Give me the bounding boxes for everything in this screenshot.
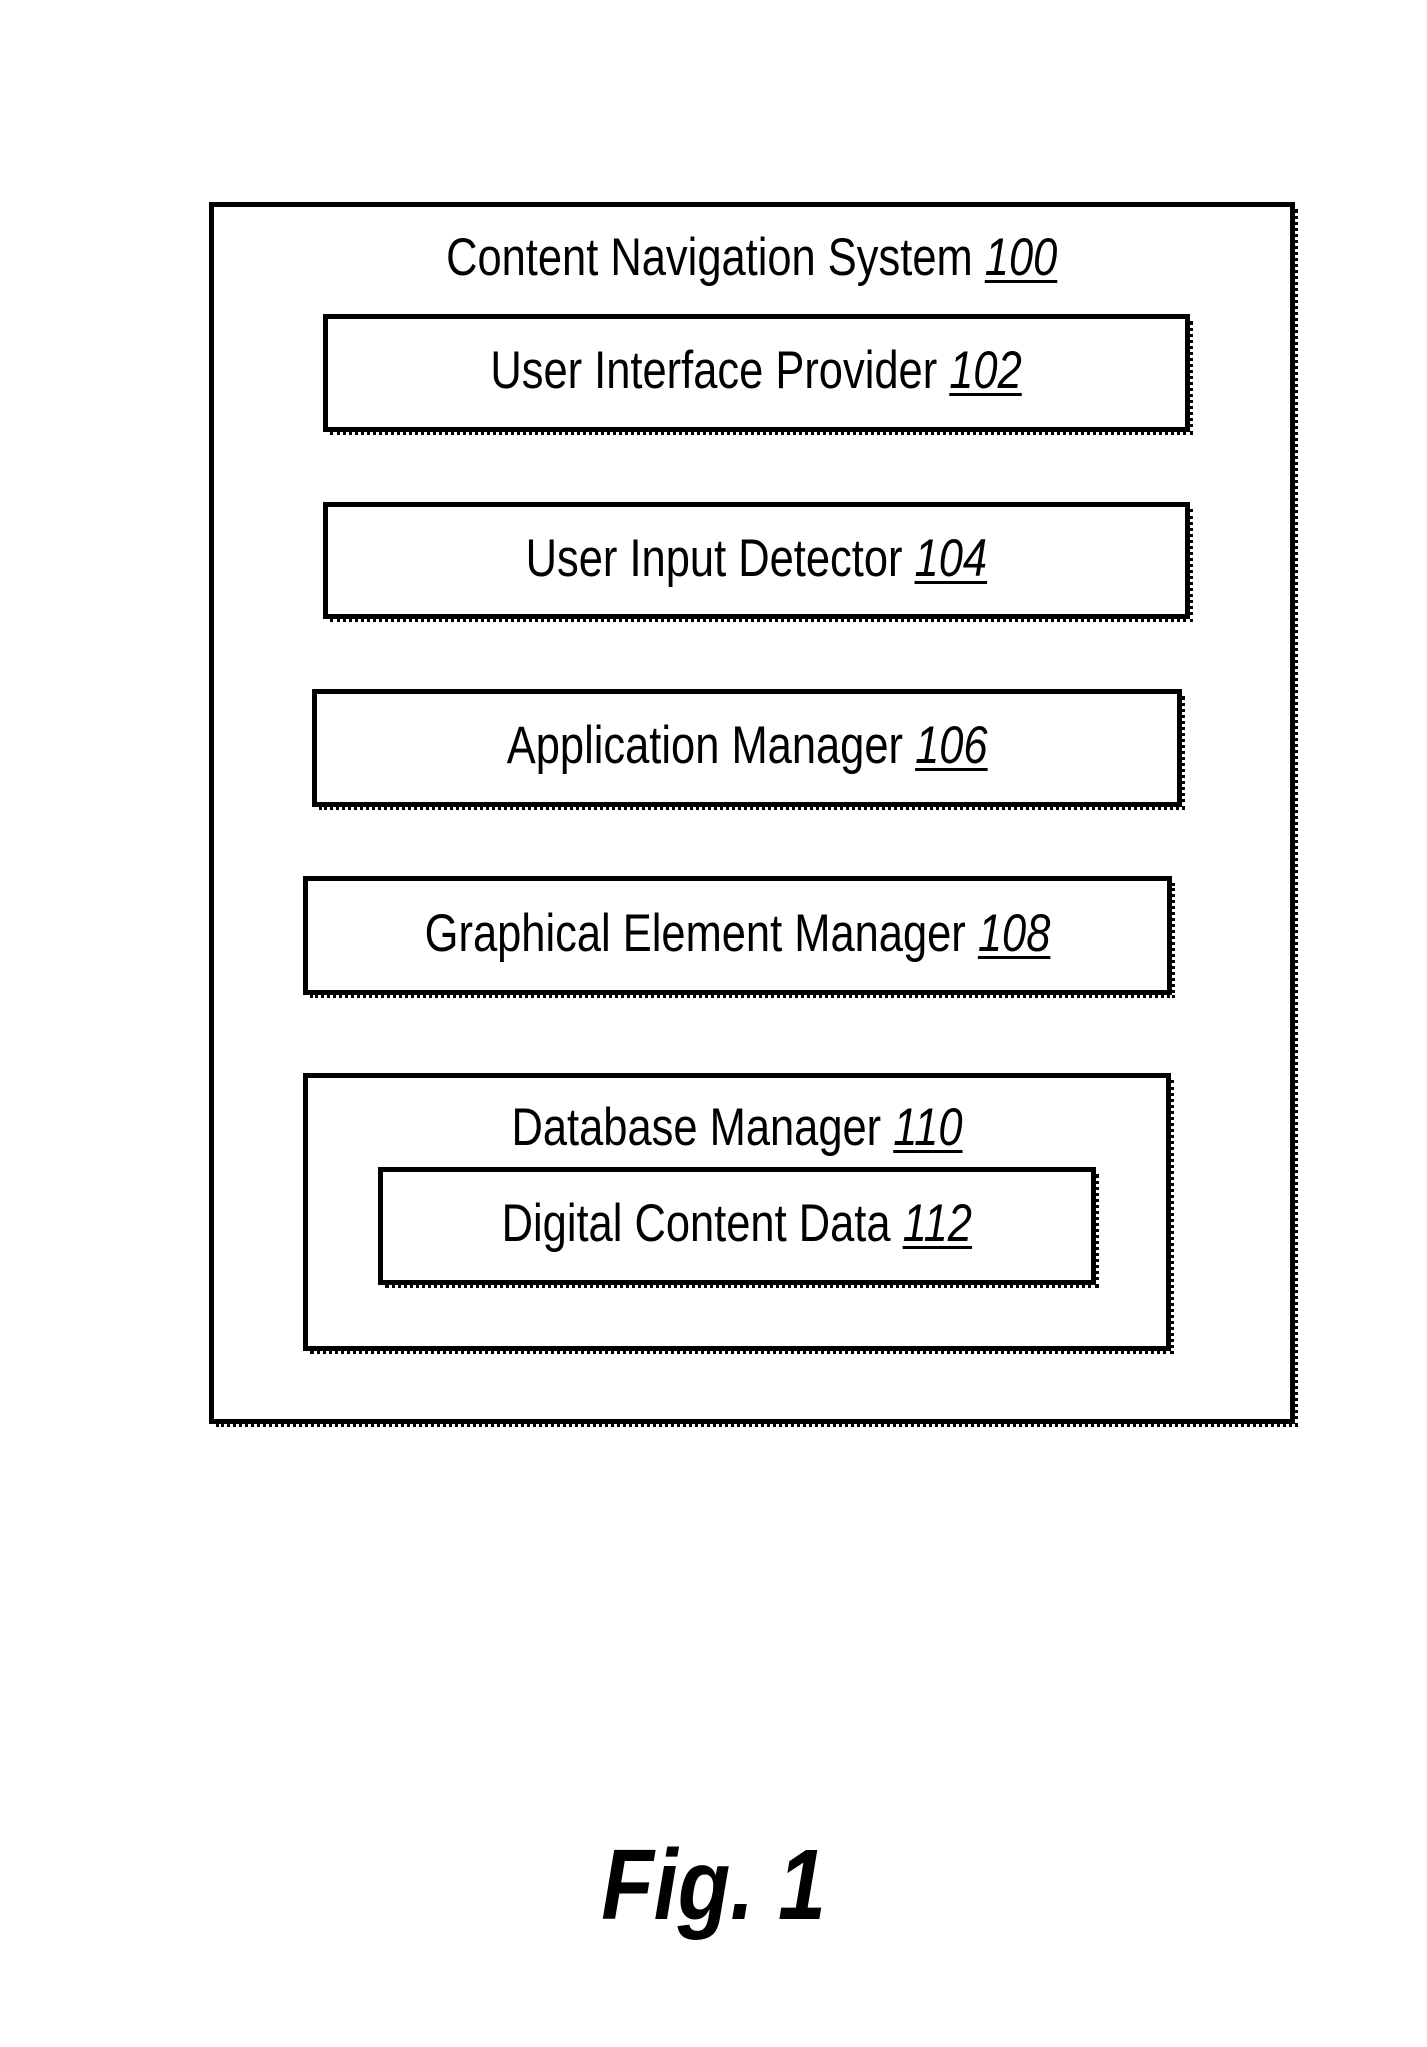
component-name: User Interface Provider <box>490 341 938 400</box>
component-ref-number: 108 <box>977 903 1051 963</box>
component-name: User Input Detector <box>525 528 903 588</box>
system-name: Content Navigation System <box>446 228 974 287</box>
digital-content-data-box: Digital Content Data 112 <box>378 1167 1099 1288</box>
component-name: Database Manager <box>511 1098 882 1157</box>
system-ref-number: 100 <box>985 228 1058 287</box>
component-name: Application Manager <box>506 716 903 775</box>
content-navigation-system-label: Content Navigation System 100 <box>214 231 1290 284</box>
figure-label: Fig. 1 <box>0 1830 1427 1940</box>
component-ref-number: 104 <box>914 528 988 588</box>
user-input-detector-box: User Input Detector 104 <box>323 502 1193 622</box>
application-manager-box: Application Manager 106 <box>312 689 1185 810</box>
component-ref-number: 112 <box>902 1194 973 1253</box>
component-ref-number: 106 <box>914 716 988 775</box>
figure-label-text: Fig. 1 <box>601 1829 826 1941</box>
digital-content-data-label: Digital Content Data 112 <box>383 1197 1091 1250</box>
component-ref-number: 102 <box>949 341 1023 400</box>
component-ref-number: 110 <box>893 1098 963 1157</box>
application-manager-label: Application Manager 106 <box>317 719 1177 772</box>
database-manager-label: Database Manager 110 <box>308 1101 1166 1154</box>
graphical-element-manager-box: Graphical Element Manager 108 <box>303 876 1175 998</box>
user-interface-provider-box: User Interface Provider 102 <box>323 314 1193 435</box>
graphical-element-manager-label: Graphical Element Manager 108 <box>308 907 1167 960</box>
component-name: Digital Content Data <box>501 1194 891 1253</box>
component-name: Graphical Element Manager <box>424 903 966 963</box>
user-interface-provider-label: User Interface Provider 102 <box>328 344 1185 397</box>
user-input-detector-label: User Input Detector 104 <box>328 532 1185 585</box>
